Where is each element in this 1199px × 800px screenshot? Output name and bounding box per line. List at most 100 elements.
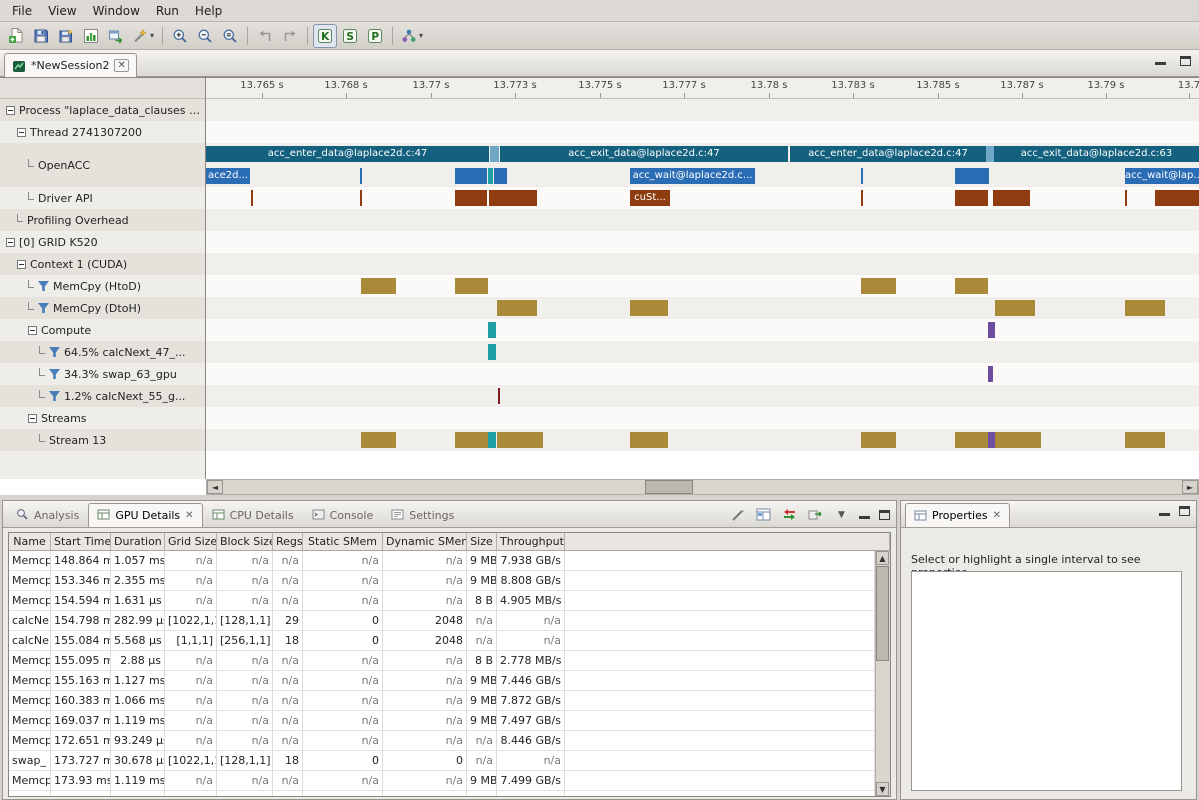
menu-view[interactable]: View	[40, 1, 84, 21]
column-header-throughput[interactable]: Throughput	[497, 533, 565, 550]
save-session-button[interactable]	[54, 24, 78, 48]
filter-icon[interactable]	[38, 303, 49, 313]
tree-item-64-5-calcnext-47[interactable]: 64.5% calcNext_47_...	[0, 341, 206, 363]
table-header[interactable]: NameStart TimeDurationGrid SizeBlock Siz…	[9, 533, 890, 551]
tab-settings[interactable]: Settings	[382, 503, 463, 527]
timeline-interval[interactable]: acc_wait@lap...	[1125, 168, 1199, 184]
timeline-interval[interactable]: acc_exit_data@laplace2d.c:63	[994, 146, 1199, 162]
timeline-interval[interactable]: ace2d...	[206, 168, 250, 184]
minimize-icon[interactable]	[859, 510, 870, 519]
menu-run[interactable]: Run	[148, 1, 187, 21]
timeline-interval[interactable]	[488, 432, 496, 448]
collapse-icon[interactable]	[17, 260, 26, 269]
timeline-interval[interactable]	[861, 168, 863, 184]
table-row[interactable]: Memcp169.037 ms1.119 msn/an/an/an/an/a9 …	[9, 711, 875, 731]
minimize-icon[interactable]	[1155, 56, 1166, 65]
timeline-ruler[interactable]: 13.765 s13.768 s13.77 s13.773 s13.775 s1…	[206, 78, 1199, 99]
timeline-interval[interactable]	[1125, 300, 1165, 316]
timeline-interval[interactable]	[488, 168, 493, 184]
timeline-interval[interactable]	[488, 344, 496, 360]
tree-item-memcpy-dtoh[interactable]: MemCpy (DtoH)	[0, 297, 206, 319]
table-row[interactable]: Memcp154.594 ms1.631 µsn/an/an/an/an/a8 …	[9, 591, 875, 611]
table-row[interactable]: Memcp153.346 ms2.355 msn/an/an/an/an/a9 …	[9, 571, 875, 591]
mark-mode-icon[interactable]	[729, 506, 746, 523]
scroll-right-icon[interactable]: ►	[1182, 480, 1198, 494]
table-row[interactable]: calcNe155.084 ms5.568 µs[1,1,1][256,1,1]…	[9, 631, 875, 651]
timeline-interval[interactable]: cuSt...	[630, 190, 670, 206]
scroll-left-icon[interactable]: ◄	[207, 480, 223, 494]
collapse-icon[interactable]	[17, 128, 26, 137]
table-row[interactable]: Memcp155.095 ms2.88 µsn/an/an/an/an/a8 B…	[9, 651, 875, 671]
timeline-interval[interactable]	[489, 190, 537, 206]
scrollbar-track[interactable]	[223, 480, 1182, 494]
configure-button[interactable]: ▾	[129, 24, 157, 48]
layout-icon[interactable]	[755, 506, 772, 523]
zoom-out-button[interactable]	[193, 24, 217, 48]
timeline-interval[interactable]	[361, 278, 396, 294]
timeline-interval[interactable]	[455, 190, 487, 206]
timeline-horizontal-scrollbar[interactable]: ◄ ►	[206, 479, 1199, 495]
filter-icon[interactable]	[49, 391, 60, 401]
table-row[interactable]: Memcp148.864 ms1.057 msn/an/an/an/an/a9 …	[9, 551, 875, 571]
timeline-interval[interactable]	[955, 432, 988, 448]
table-row[interactable]: Memcp160.383 ms1.066 msn/an/an/an/an/a9 …	[9, 691, 875, 711]
timeline-interval[interactable]	[494, 168, 507, 184]
tab-console[interactable]: Console	[303, 503, 383, 527]
timeline-interval[interactable]: acc_exit_data@laplace2d.c:47	[500, 146, 788, 162]
timeline-interval[interactable]	[630, 300, 668, 316]
menu-help[interactable]: Help	[187, 1, 230, 21]
tab-properties[interactable]: Properties ✕	[905, 503, 1010, 527]
scrollbar-thumb[interactable]	[645, 480, 693, 494]
close-icon[interactable]: ✕	[993, 510, 1001, 521]
timeline-interval[interactable]	[360, 168, 362, 184]
column-header-duration[interactable]: Duration	[111, 533, 165, 550]
tree-item-34-3-swap-63-gpu[interactable]: 34.3% swap_63_gpu	[0, 363, 206, 385]
timeline-interval[interactable]	[497, 432, 543, 448]
tree-item-0-grid-k520[interactable]: [0] GRID K520	[0, 231, 206, 253]
open-session-button[interactable]	[29, 24, 53, 48]
run-analysis-button[interactable]: ▾	[398, 24, 426, 48]
table-row[interactable]: Memcp173.93 ms1.119 msn/an/an/an/an/a9 M…	[9, 771, 875, 791]
dropdown-arrow-icon[interactable]: ▾	[419, 31, 423, 40]
filter-icon[interactable]	[49, 347, 60, 357]
tree-item-thread-2741307200[interactable]: Thread 2741307200	[0, 121, 206, 143]
table-row[interactable]: Memcp172.651 ms93.249 µsn/an/an/an/an/an…	[9, 731, 875, 751]
tree-item-driver-api[interactable]: Driver API	[0, 187, 206, 209]
timeline-interval[interactable]	[497, 300, 537, 316]
timeline-interval[interactable]	[1155, 190, 1199, 206]
close-icon[interactable]: ✕	[185, 510, 193, 521]
import-export-button[interactable]	[104, 24, 128, 48]
zoom-in-button[interactable]	[168, 24, 192, 48]
minimize-icon[interactable]	[1159, 507, 1170, 516]
collapse-icon[interactable]	[28, 414, 37, 423]
stream-highlight-toggle[interactable]: S	[338, 24, 362, 48]
new-session-button[interactable]	[4, 24, 28, 48]
table-row[interactable]: calcNe154.798 ms282.99 µs[1022,1,1][128,…	[9, 611, 875, 631]
timeline-interval[interactable]	[995, 300, 1035, 316]
timeline-interval[interactable]	[955, 278, 988, 294]
table-vertical-scrollbar[interactable]: ▲ ▼	[875, 551, 890, 796]
table-row[interactable]: Memcp155.163 ms1.127 msn/an/an/an/an/a9 …	[9, 671, 875, 691]
timeline-interval[interactable]	[993, 190, 1030, 206]
column-header-start-time[interactable]: Start Time	[51, 533, 111, 550]
timeline-interval[interactable]: acc_wait@laplace2d.c...	[630, 168, 755, 184]
timeline-interval[interactable]	[488, 322, 496, 338]
timeline-interval[interactable]	[455, 278, 488, 294]
timeline-interval[interactable]	[251, 190, 253, 206]
tab-analysis[interactable]: Analysis	[7, 503, 88, 527]
next-marker-button[interactable]	[278, 24, 302, 48]
tree-item-process-laplace-data-clauses-10[interactable]: Process "laplace_data_clauses 10...	[0, 99, 206, 121]
timeline-interval[interactable]	[955, 190, 988, 206]
tree-item-1-2-calcnext-55-g[interactable]: 1.2% calcNext_55_g...	[0, 385, 206, 407]
collapse-icon[interactable]	[6, 238, 15, 247]
collapse-icon[interactable]	[28, 326, 37, 335]
maximize-icon[interactable]	[1179, 506, 1190, 516]
timeline-interval[interactable]: acc_enter_data@laplace2d.c:47	[790, 146, 986, 162]
close-icon[interactable]: ✕	[114, 59, 128, 72]
column-header-size[interactable]: Size	[467, 533, 497, 550]
session-tab[interactable]: *NewSession2 ✕	[4, 53, 137, 77]
column-header-name[interactable]: Name	[9, 533, 51, 550]
profile-application-button[interactable]	[79, 24, 103, 48]
column-header-dynamic-smem[interactable]: Dynamic SMem	[383, 533, 467, 550]
scroll-up-icon[interactable]: ▲	[876, 551, 889, 565]
